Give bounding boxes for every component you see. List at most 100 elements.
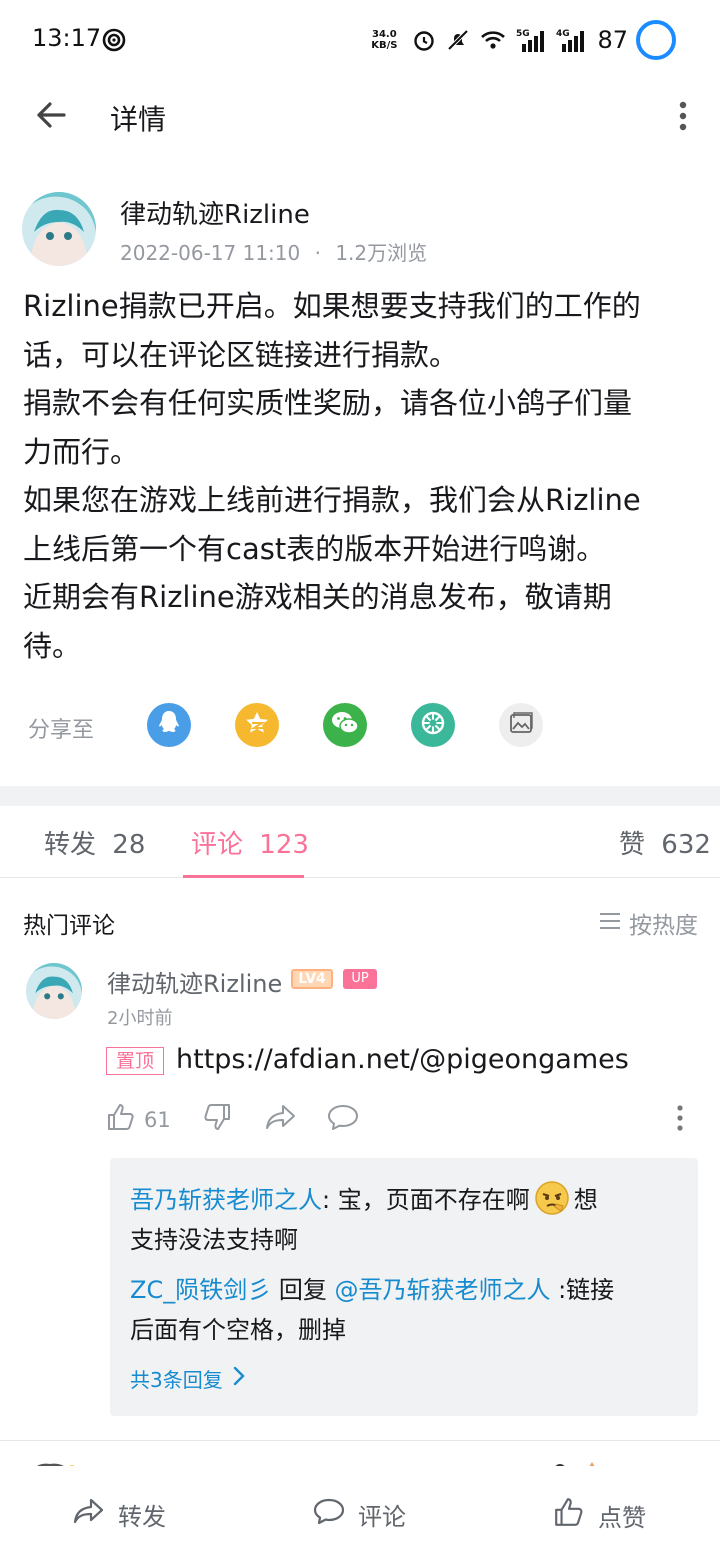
reply-colon: :: [322, 1186, 338, 1214]
share-qzone-button[interactable]: [235, 703, 279, 747]
back-arrow-icon[interactable]: [34, 98, 68, 136]
bottom-repost-button[interactable]: 转发: [72, 1496, 166, 1532]
comment-avatar[interactable]: [26, 963, 82, 1019]
reply-item: ZC_陨铁剑彡 回复 @吾乃斩获老师之人 :链接: [130, 1270, 614, 1310]
hot-comments-title: 热门评论: [23, 913, 115, 939]
thinking-emoji-icon: [534, 1180, 570, 1216]
svg-text:4G: 4G: [556, 29, 570, 39]
battery-level: 87: [597, 26, 628, 54]
post-meta: 2022-06-17 11:10 · 1.2万浏览: [120, 237, 427, 266]
reply-text: 宝，页面不存在啊: [337, 1186, 530, 1214]
signal-4g-icon: 4G: [556, 27, 586, 53]
post-line: 上线后第一个有cast表的版本开始进行鸣谢。: [23, 531, 606, 566]
tab-comment[interactable]: 评论 123: [191, 824, 309, 861]
post-line: 捐款不会有任何实质性奖励，请各位小鸽子们量: [23, 386, 633, 420]
reply-text: 后面有个空格，删掉: [130, 1316, 346, 1344]
sort-label: 按热度: [629, 913, 698, 939]
svg-text:5G: 5G: [516, 29, 530, 39]
comment-dislike-button[interactable]: [202, 1102, 232, 1137]
up-badge: UP: [343, 969, 377, 989]
reply-preview[interactable]: 吾乃斩获老师之人: 宝，页面不存在啊 想 支持没法支持啊 ZC_陨铁剑彡 回复 @…: [110, 1158, 698, 1416]
reply-word: 回复: [271, 1276, 335, 1304]
bottom-comment-button[interactable]: 评论: [312, 1496, 406, 1532]
reply-item: 吾乃斩获老师之人: 宝，页面不存在啊 想: [130, 1180, 598, 1220]
share-arrow-icon: [265, 1102, 297, 1137]
tab-comment-count: 123: [259, 830, 309, 860]
author-name[interactable]: 律动轨迹Rizline: [120, 194, 310, 231]
bottom-repost-label: 转发: [118, 1502, 166, 1531]
status-time: 13:17: [32, 24, 102, 52]
reply-text: 支持没法支持啊: [130, 1226, 298, 1254]
comment-more-icon[interactable]: [676, 1104, 684, 1136]
comment-like-button[interactable]: 61: [106, 1102, 171, 1137]
net-speed: 34.0 KB/S: [371, 29, 397, 51]
page-title: 详情: [110, 103, 167, 136]
thumbs-up-icon: [552, 1496, 598, 1534]
reply-username[interactable]: 吾乃斩获老师之人: [130, 1186, 322, 1214]
bottom-action-bar: 转发 评论 点赞: [0, 1466, 720, 1560]
tab-repost-label: 转发: [44, 830, 97, 860]
reply-text: :链接: [550, 1276, 615, 1304]
tab-repost[interactable]: 转发 28: [44, 824, 145, 861]
alarm-icon: [412, 28, 436, 52]
share-wechat-button[interactable]: [323, 703, 367, 747]
share-qq-button[interactable]: [147, 703, 191, 747]
bottom-comment-label: 评论: [358, 1502, 406, 1531]
sort-icon: [599, 910, 621, 936]
chevron-right-icon: [233, 1366, 245, 1391]
share-label: 分享至: [28, 718, 95, 743]
app-bar: 详情: [0, 80, 720, 152]
post-body: Rizline捐款已开启。如果想要支持我们的工作的 话，可以在评论区链接进行捐款…: [23, 282, 699, 670]
qzone-icon: [243, 709, 271, 741]
more-replies-label: 共3条回复: [130, 1368, 223, 1392]
comment-like-count: 61: [144, 1107, 171, 1132]
comment-reply-button[interactable]: [327, 1102, 359, 1137]
reply-text: 想: [573, 1186, 598, 1214]
qq-icon: [156, 709, 182, 741]
tab-like-count: 632: [661, 830, 711, 860]
tab-comment-label: 评论: [191, 830, 244, 860]
reply-item-cont: 后面有个空格，删掉: [130, 1310, 346, 1350]
more-replies-link[interactable]: 共3条回复: [130, 1364, 245, 1393]
share-moments-button[interactable]: [411, 703, 455, 747]
net-speed-value: 34.0: [371, 29, 397, 40]
pinned-tag: 置顶: [106, 1047, 164, 1075]
reply-username[interactable]: ZC_陨铁剑彡: [130, 1276, 271, 1304]
post-line: 如果您在游戏上线前进行捐款，我们会从Rizline: [23, 483, 641, 517]
level-badge: LV4: [291, 969, 333, 989]
wifi-icon: [480, 28, 506, 52]
tab-repost-count: 28: [112, 830, 146, 860]
share-image-button[interactable]: [499, 703, 543, 747]
moments-icon: [419, 709, 447, 741]
meta-separator: ·: [314, 241, 321, 265]
signal-5g-icon: 5G: [516, 27, 546, 53]
reply-mention[interactable]: @吾乃斩获老师之人: [334, 1276, 550, 1304]
tab-bar: 转发 28 评论 123 赞 632: [0, 806, 720, 878]
comment-bubble-icon: [312, 1496, 358, 1532]
tab-like-label: 赞: [619, 830, 646, 860]
thumbs-down-icon: [202, 1102, 232, 1137]
tab-like[interactable]: 赞 632: [619, 824, 711, 861]
post-line: Rizline捐款已开启。如果想要支持我们的工作的: [23, 289, 641, 323]
mute-icon: [446, 28, 470, 52]
comment-separator: [0, 1440, 720, 1441]
comment-time: 2小时前: [107, 1008, 173, 1029]
thumbs-up-icon: [106, 1102, 136, 1137]
comment-share-button[interactable]: [265, 1102, 297, 1137]
status-bar: 13:17 34.0 KB/S 5G 4G 87: [0, 0, 720, 80]
bottom-like-button[interactable]: 点赞: [552, 1496, 646, 1534]
post-views: 1.2万浏览: [335, 241, 428, 265]
post-line: 近期会有Rizline游戏相关的消息发布，敬请期: [23, 580, 612, 614]
comment-username[interactable]: 律动轨迹Rizline: [107, 964, 282, 999]
comment-text[interactable]: https://afdian.net/@pigeongames: [176, 1044, 629, 1075]
sort-button[interactable]: 按热度: [599, 906, 698, 940]
more-vertical-icon[interactable]: [678, 100, 688, 136]
net-speed-unit: KB/S: [371, 40, 398, 51]
image-icon: [508, 710, 534, 740]
active-tab-indicator: [183, 875, 304, 878]
post-line: 话，可以在评论区链接进行捐款。: [23, 337, 459, 372]
hotspot-icon: [102, 28, 126, 56]
author-avatar[interactable]: [22, 192, 96, 266]
battery-ring-icon: [636, 20, 676, 60]
reply-item-cont: 支持没法支持啊: [130, 1220, 298, 1260]
